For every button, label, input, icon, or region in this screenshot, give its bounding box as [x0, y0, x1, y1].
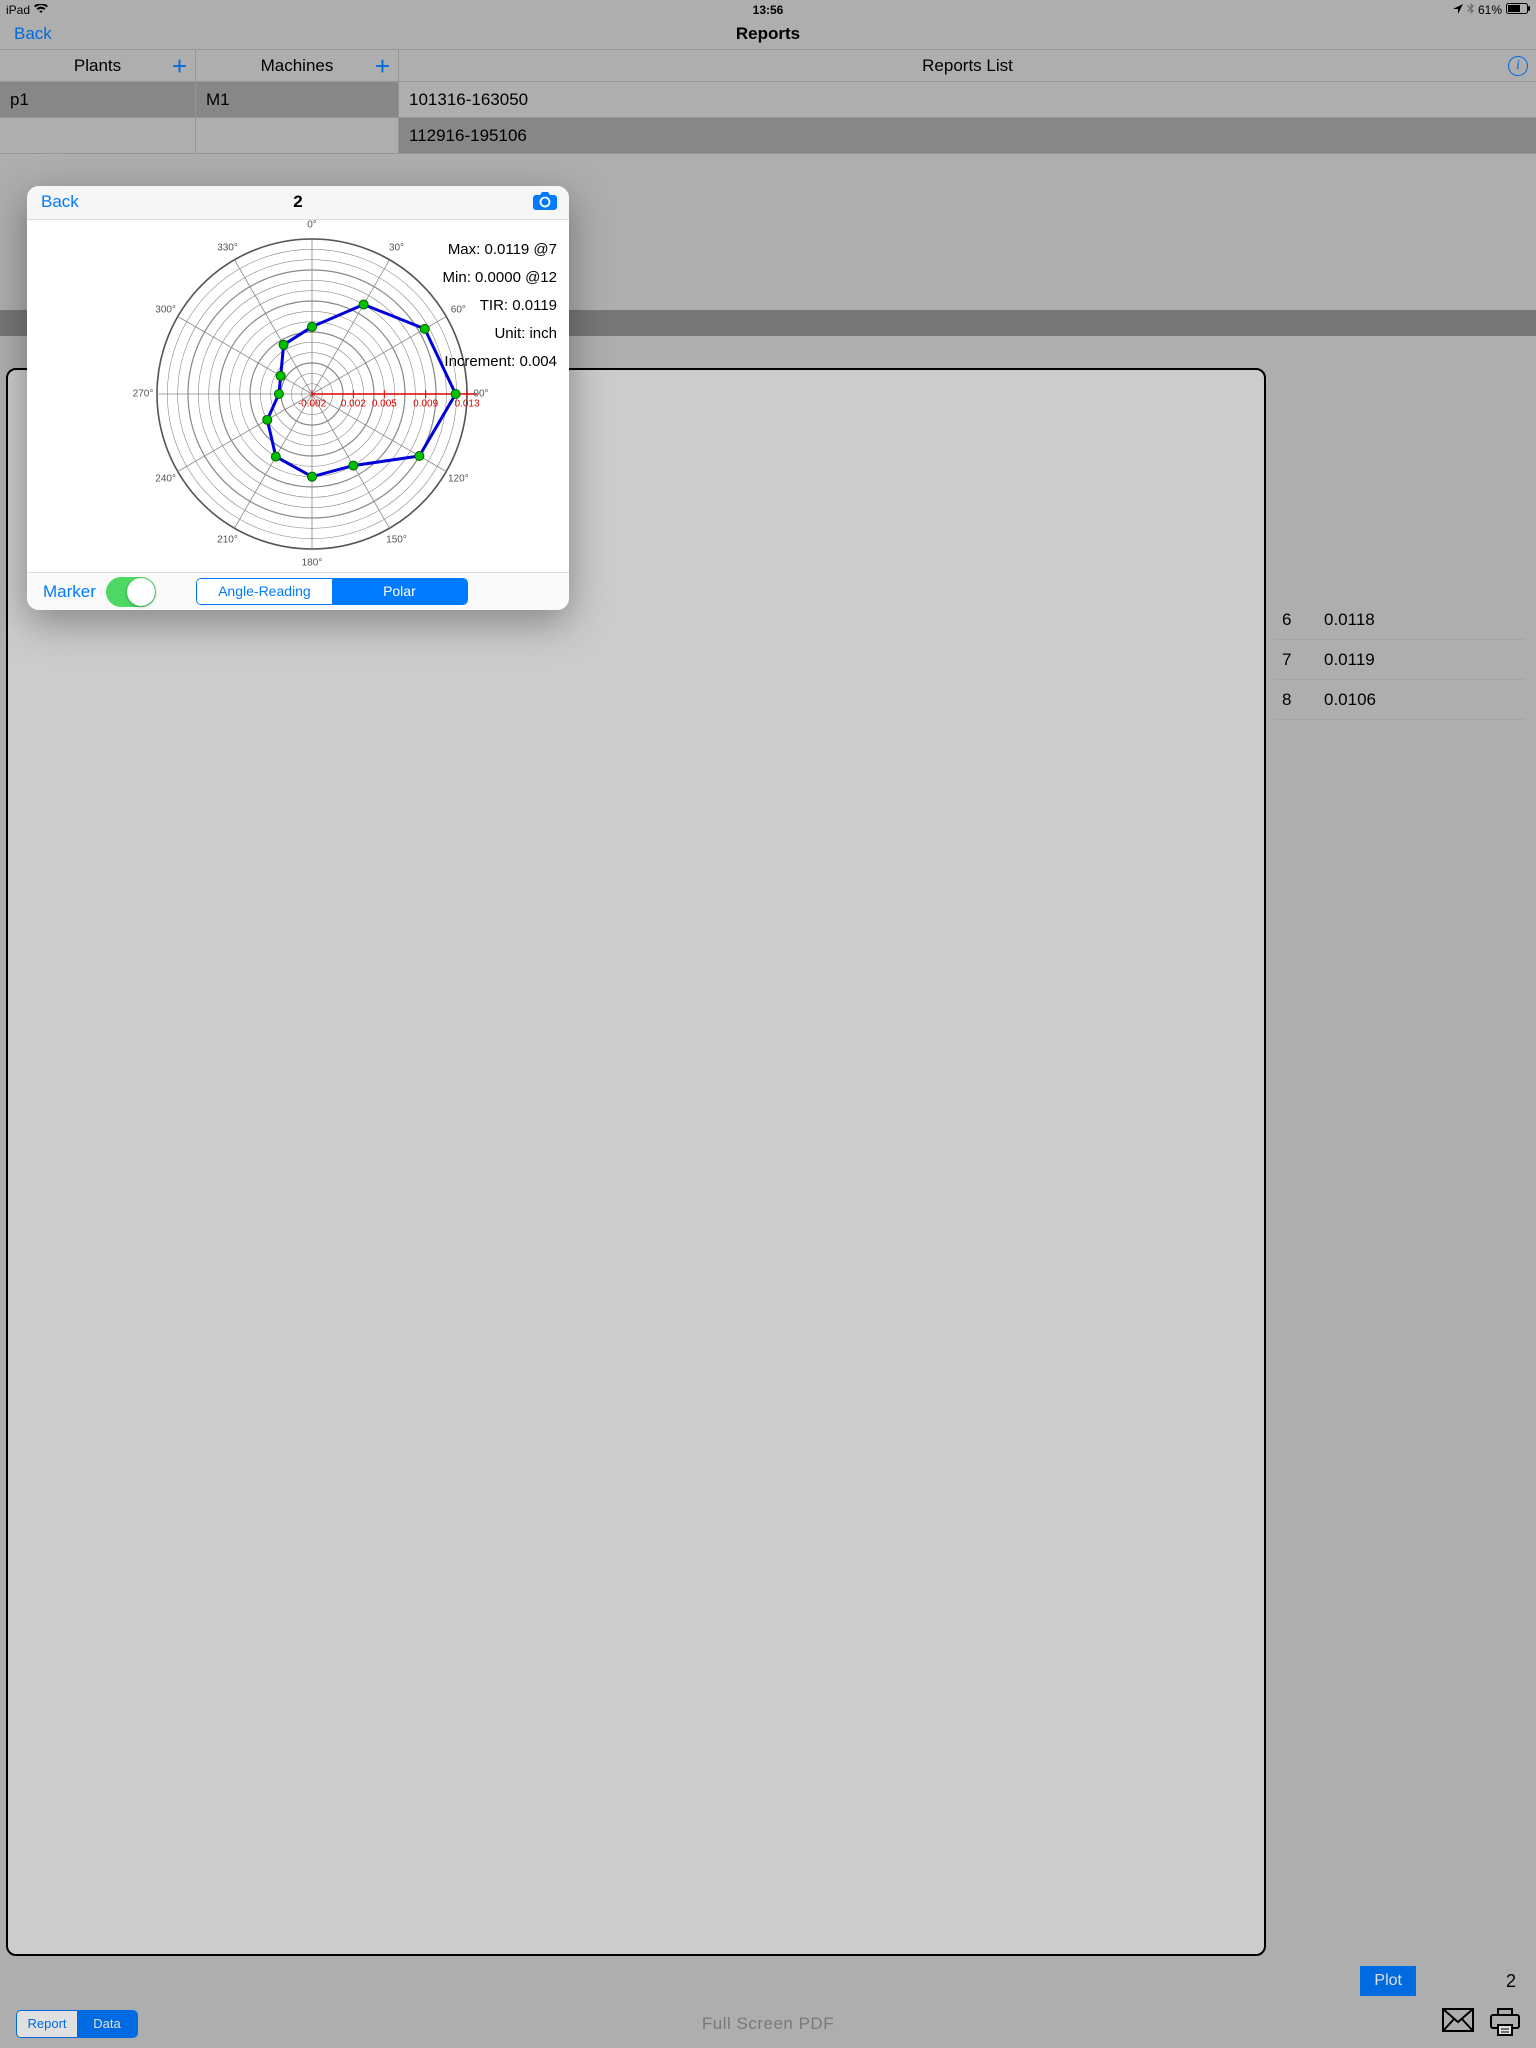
fullscreen-pdf-label[interactable]: Full Screen PDF: [0, 2014, 1536, 2034]
table-row[interactable]: 60.0118: [1274, 600, 1524, 640]
angle-tick-label: 180°: [302, 558, 323, 569]
polar-chart: [142, 224, 482, 569]
plant-name: p1: [10, 90, 29, 110]
radial-tick-label: 0.009: [413, 399, 438, 410]
view-mode-segment[interactable]: Angle-Reading Polar: [196, 578, 468, 605]
data-list: 60.0118 70.0119 80.0106: [1274, 600, 1524, 720]
stat-tir: TIR: 0.0119: [443, 292, 557, 320]
angle-tick-label: 240°: [155, 473, 176, 484]
report-name: 112916-195106: [409, 126, 527, 146]
angle-tick-label: 330°: [217, 242, 238, 253]
machine-row[interactable]: M1 ›: [196, 82, 399, 118]
chevron-right-icon: ›: [385, 92, 390, 108]
radial-tick-label: 0.013: [454, 399, 479, 410]
marker-label: Marker: [43, 582, 96, 602]
reports-header: Reports List i: [399, 50, 1536, 82]
table-row[interactable]: 70.0119: [1274, 640, 1524, 680]
report-row[interactable]: 112916-195106: [399, 118, 1536, 154]
angle-tick-label: 270°: [133, 389, 154, 400]
plot-button[interactable]: Plot: [1360, 1966, 1416, 1996]
camera-icon[interactable]: [533, 191, 557, 215]
plot-number: 2: [1506, 1971, 1516, 1992]
radial-tick-label: 0.005: [372, 399, 397, 410]
radial-tick-label: -0.002: [298, 399, 326, 410]
radial-tick-label: 0.002: [341, 399, 366, 410]
add-machine-icon[interactable]: +: [375, 56, 390, 76]
modal-title: 2: [27, 192, 569, 212]
stat-unit: Unit: inch: [443, 320, 557, 348]
angle-tick-label: 30°: [389, 242, 404, 253]
angle-tick-label: 0°: [307, 220, 317, 231]
status-bar: iPad 13:56 61%: [0, 0, 1536, 20]
nav-bar: Back Reports: [0, 20, 1536, 50]
machines-header: Machines +: [196, 50, 399, 82]
chevron-right-icon: ›: [182, 92, 187, 108]
plot-modal: Back 2 0°30°60°90°120°150°180°210°240°27…: [27, 186, 569, 610]
modal-footer: Marker Angle-Reading Polar: [27, 572, 569, 610]
angle-tick-label: 300°: [155, 304, 176, 315]
clock: 13:56: [0, 3, 1536, 17]
page-title: Reports: [0, 24, 1536, 44]
print-icon[interactable]: [1490, 2008, 1520, 2041]
machines-label: Machines: [261, 56, 334, 76]
angle-tick-label: 210°: [217, 535, 238, 546]
bottom-bar: Report Data Full Screen PDF: [0, 2000, 1536, 2048]
stat-inc: Increment: 0.004: [443, 348, 557, 376]
reports-label: Reports List: [922, 56, 1013, 76]
modal-header: Back 2: [27, 186, 569, 220]
report-name: 101316-163050: [409, 90, 528, 110]
plants-header: Plants +: [0, 50, 196, 82]
angle-tick-label: 150°: [386, 535, 407, 546]
segment-polar[interactable]: Polar: [332, 579, 467, 604]
machine-name: M1: [206, 90, 230, 110]
bluetooth-icon: [1467, 3, 1474, 18]
table-row[interactable]: 80.0106: [1274, 680, 1524, 720]
report-row[interactable]: 101316-163050: [399, 82, 1536, 118]
chart-stats: Max: 0.0119 @7 Min: 0.0000 @12 TIR: 0.01…: [443, 236, 557, 376]
segment-angle-reading[interactable]: Angle-Reading: [197, 579, 332, 604]
plant-row[interactable]: p1 ›: [0, 82, 196, 118]
angle-tick-label: 120°: [448, 473, 469, 484]
stat-min: Min: 0.0000 @12: [443, 264, 557, 292]
info-icon[interactable]: i: [1508, 56, 1528, 76]
plants-label: Plants: [74, 56, 121, 76]
email-icon[interactable]: [1442, 2008, 1474, 2037]
marker-toggle[interactable]: [106, 577, 156, 607]
stat-max: Max: 0.0119 @7: [443, 236, 557, 264]
add-plant-icon[interactable]: +: [172, 56, 187, 76]
